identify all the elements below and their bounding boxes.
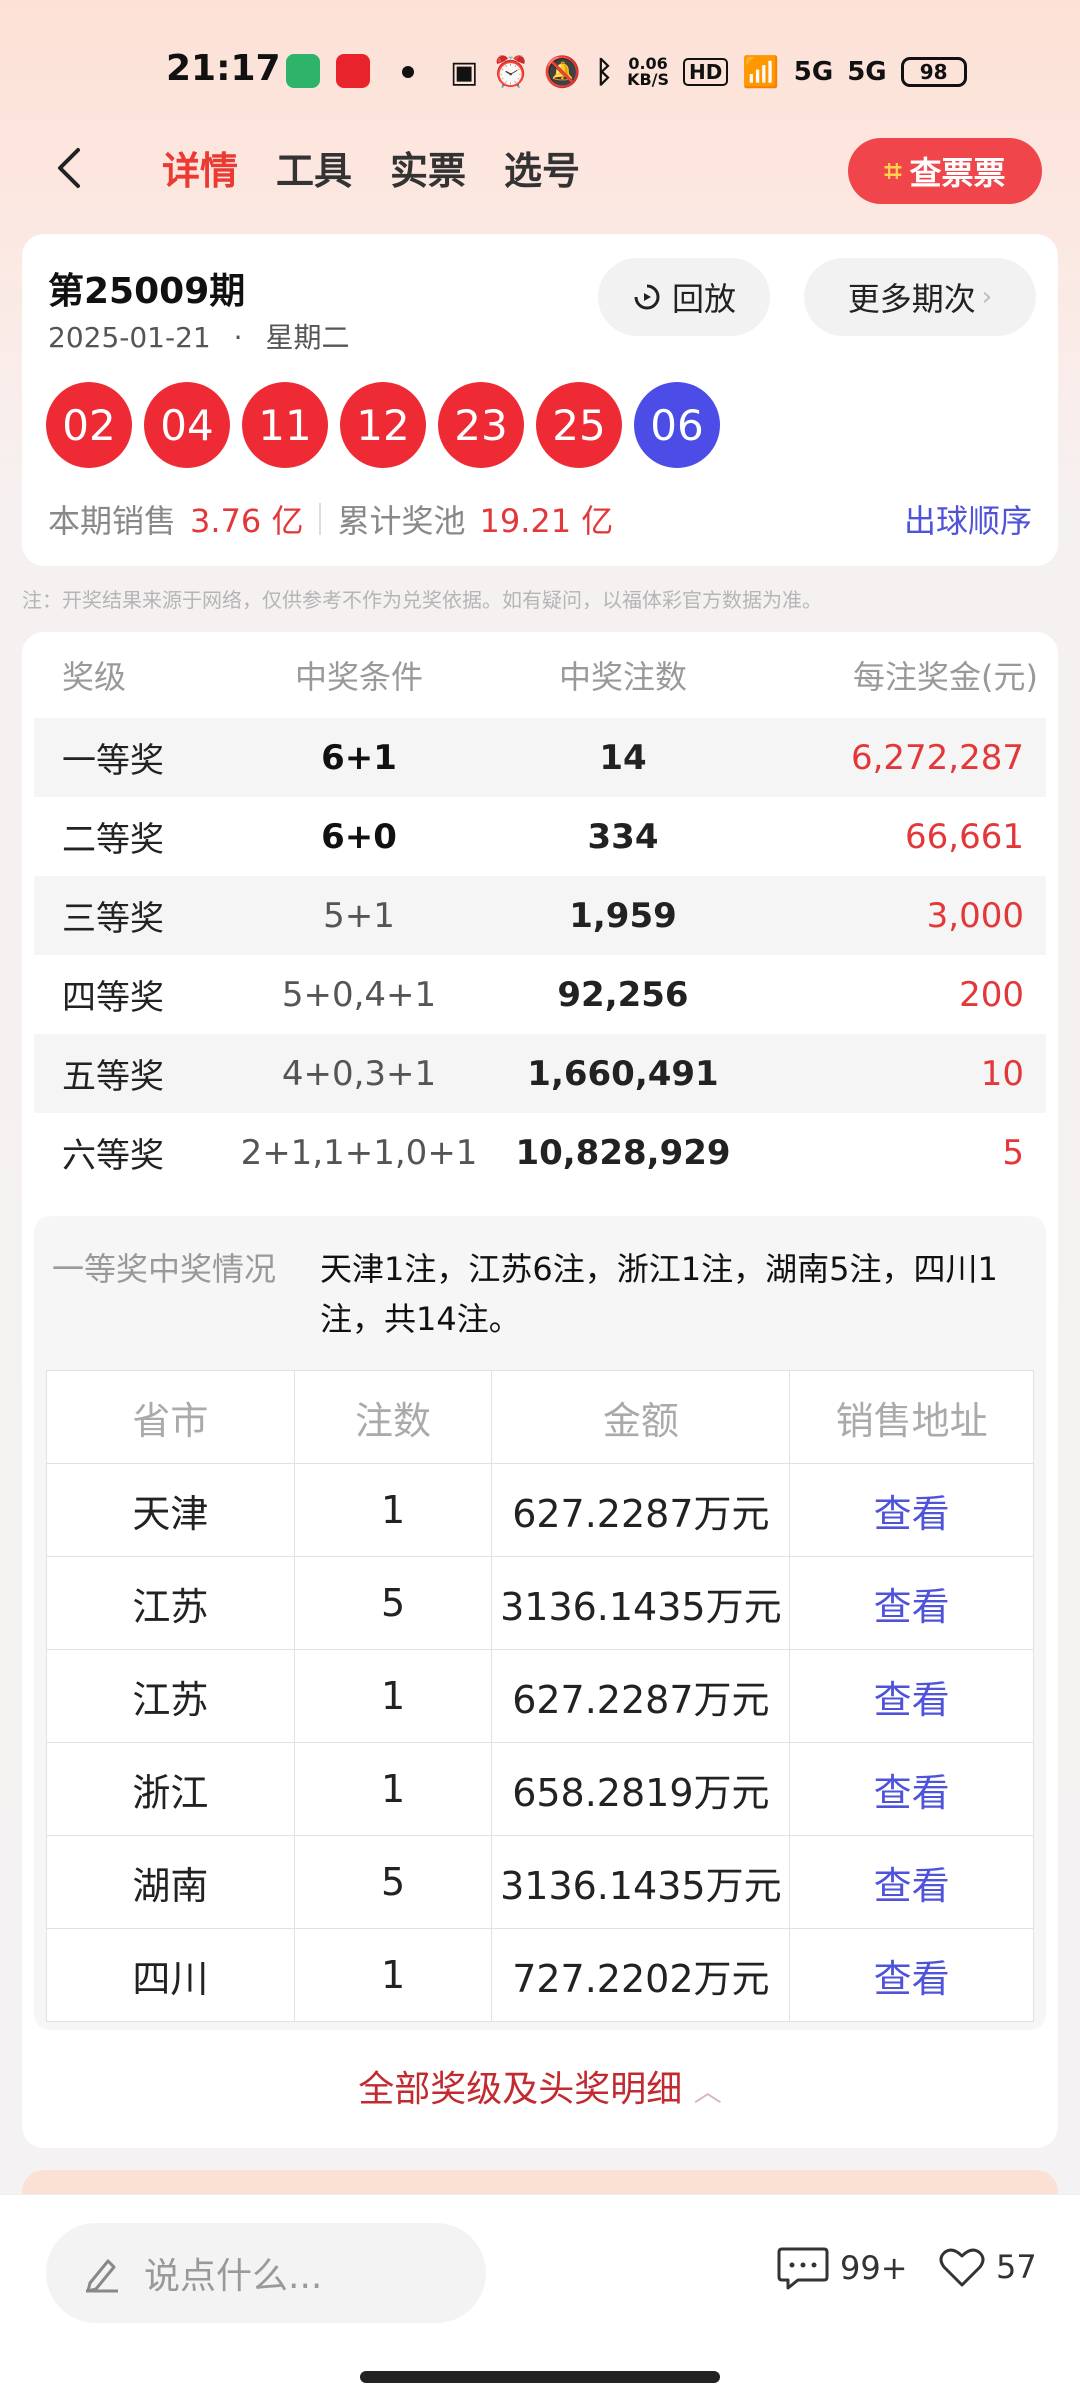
comments-button[interactable]: 99+ (776, 2245, 908, 2291)
like-button[interactable]: 57 (938, 2245, 1037, 2289)
nfc-icon: ▣ (450, 54, 479, 90)
home-indicator (360, 2371, 720, 2383)
hd-icon: HD (683, 58, 729, 86)
pool-value: 19.21 亿 (479, 502, 614, 540)
bottom-bar: 说点什么... 99+ 57 (0, 2194, 1080, 2400)
notification-dot-icon (402, 66, 414, 78)
heart-icon (939, 2248, 985, 2287)
table-row: 一等奖 6+1 14 6,272,287 (34, 718, 1046, 797)
signal-icon: 5G (793, 57, 834, 87)
chevron-right-icon: › (981, 282, 993, 312)
replay-button[interactable]: 回放 (598, 258, 770, 336)
comment-icon (777, 2247, 829, 2290)
view-address-link[interactable]: 查看 (789, 1928, 1034, 2022)
red-ball: 04 (144, 382, 230, 468)
red-ball: 23 (438, 382, 524, 468)
first-prize-label: 一等奖中奖情况 (52, 1250, 277, 1288)
divider (319, 503, 322, 535)
mute-icon: 🔕 (543, 54, 582, 90)
first-prize-box: 一等奖中奖情况 天津1注，江苏6注，浙江1注，湖南5注，四川1注，共14注。 省… (34, 1216, 1046, 2030)
table-row: 天津 1 627.2287万元 查看 (46, 1463, 1034, 1557)
network-speed: 0.06 KB/S (627, 54, 670, 89)
draw-result-card: 第25009期 2025-01-21 · 星期二 回放 更多期次 › 02 04… (22, 234, 1058, 566)
table-row: 五等奖 4+0,3+1 1,660,491 10 (34, 1034, 1046, 1113)
draw-date: 2025-01-21 · 星期二 (48, 321, 350, 354)
tab-details[interactable]: 详情 (162, 140, 238, 195)
disclaimer-note: 注：开奖结果来源于网络，仅供参考不作为兑奖依据。如有疑问，以福体彩官方数据为准。 (22, 588, 822, 612)
comment-input[interactable]: 说点什么... (46, 2223, 486, 2323)
table-row: 四等奖 5+0,4+1 92,256 200 (62, 974, 1024, 1019)
first-prize-summary: 天津1注，江苏6注，浙江1注，湖南5注，四川1注，共14注。 (320, 1250, 998, 1338)
check-ticket-label: 查票票 (909, 154, 1006, 192)
tab-tools[interactable]: 工具 (276, 140, 352, 195)
app-notification-icon (336, 54, 370, 88)
alarm-icon: ⏰ (492, 54, 530, 90)
table-row: 湖南 5 3136.1435万元 查看 (46, 1835, 1034, 1929)
chevron-up-icon: ︿ (693, 2075, 722, 2108)
table-row: 六等奖 2+1,1+1,0+1 10,828,929 5 (62, 1132, 1024, 1177)
status-time: 21:17 (166, 48, 281, 89)
prize-card: 奖级 中奖条件 中奖注数 每注奖金(元) 一等奖 6+1 14 6,272,28… (22, 632, 1058, 2148)
view-address-link[interactable]: 查看 (789, 1556, 1034, 1650)
all-prize-details-link[interactable]: 全部奖级及头奖明细 ︿ (22, 2060, 1058, 2112)
table-header-row: 省市 注数 金额 销售地址 (46, 1370, 1034, 1464)
nav-tabs: 详情 工具 实票 选号 (162, 140, 580, 195)
red-ball: 12 (340, 382, 426, 468)
sales-value: 3.76 亿 (190, 502, 304, 540)
table-row: 二等奖 6+0 334 66,661 (62, 816, 1024, 861)
view-address-link[interactable]: 查看 (789, 1649, 1034, 1743)
battery-icon: 98 (900, 57, 967, 87)
tab-real-tickets[interactable]: 实票 (390, 140, 466, 195)
view-address-link[interactable]: 查看 (789, 1742, 1034, 1836)
signal-icon: 5G (847, 57, 887, 87)
back-arrow-icon[interactable] (48, 146, 92, 190)
scan-icon: ⌗ (884, 153, 902, 189)
first-prize-table: 省市 注数 金额 销售地址 天津 1 627.2287万元 查看 江苏 5 31… (46, 1370, 1034, 2022)
tab-pick-numbers[interactable]: 选号 (504, 140, 580, 195)
comment-placeholder: 说点什么... (144, 2256, 323, 2297)
issue-number: 第25009期 (48, 271, 246, 312)
blue-ball: 06 (634, 382, 720, 468)
red-ball: 25 (536, 382, 622, 468)
prize-table-header: 奖级 中奖条件 中奖注数 每注奖金(元) (62, 658, 1038, 696)
bluetooth-icon: ᛒ (595, 54, 614, 90)
winning-numbers: 02 04 11 12 23 25 06 (46, 382, 720, 468)
ball-order-link[interactable]: 出球顺序 (904, 496, 1032, 542)
pencil-icon (86, 2259, 118, 2293)
table-row: 三等奖 5+1 1,959 3,000 (34, 876, 1046, 955)
table-row: 浙江 1 658.2819万元 查看 (46, 1742, 1034, 1836)
red-ball: 02 (46, 382, 132, 468)
view-address-link[interactable]: 查看 (789, 1835, 1034, 1929)
table-row: 四川 1 727.2202万元 查看 (46, 1928, 1034, 2022)
red-ball: 11 (242, 382, 328, 468)
view-address-link[interactable]: 查看 (789, 1463, 1034, 1557)
header-nav: 详情 工具 实票 选号 ⌗ 查票票 (0, 130, 1080, 210)
sales-info: 本期销售 3.76 亿 累计奖池 19.21 亿 (48, 496, 613, 542)
app-notification-icon (286, 54, 320, 88)
status-icons: ▣ ⏰ 🔕 ᛒ 0.06 KB/S HD 📶 5G 5G 98 (450, 50, 967, 94)
wifi-icon: 📶 (742, 54, 780, 90)
replay-icon (634, 284, 660, 310)
table-row: 江苏 5 3136.1435万元 查看 (46, 1556, 1034, 1650)
status-bar: 21:17 ▣ ⏰ 🔕 ᛒ 0.06 KB/S HD 📶 5G 5G 98 (0, 48, 1080, 98)
check-ticket-button[interactable]: ⌗ 查票票 (848, 138, 1042, 204)
more-issues-button[interactable]: 更多期次 › (804, 258, 1036, 336)
prize-table: 一等奖 6+1 14 6,272,287 二等奖 6+0 334 66,661 … (34, 718, 1046, 1192)
table-row: 江苏 1 627.2287万元 查看 (46, 1649, 1034, 1743)
